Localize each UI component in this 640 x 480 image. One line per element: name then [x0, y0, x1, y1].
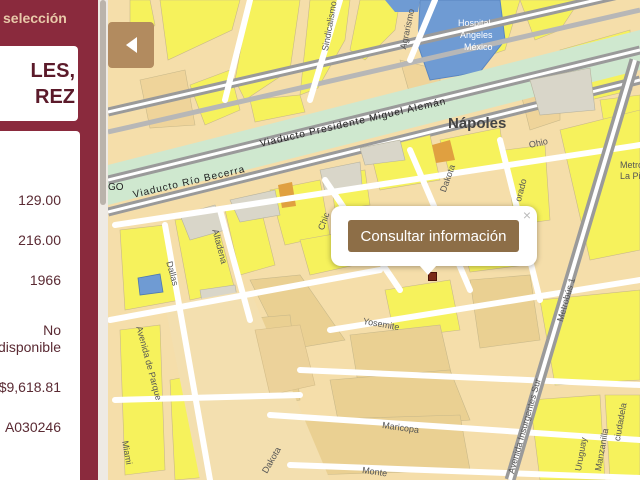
- owner-name-line-1: LES,: [30, 60, 75, 82]
- collapse-arrow-icon: [125, 37, 137, 53]
- map-label-hospital-3: México: [464, 42, 493, 52]
- collapse-panel-button[interactable]: [108, 22, 154, 68]
- cadastral-value: $9,618.81: [0, 379, 61, 395]
- owner-name-card: LES, REZ: [0, 46, 78, 121]
- map-label-napoles: Nápoles: [448, 115, 507, 132]
- map-label-go: GO: [108, 182, 124, 193]
- consult-info-button[interactable]: Consultar información: [348, 220, 519, 252]
- year-value: 1966: [29, 272, 61, 288]
- not-available-value-line-1: No: [43, 322, 61, 338]
- map-label-hospital-1: Hospital: [458, 18, 491, 28]
- panel-scrollbar-thumb[interactable]: [100, 0, 106, 205]
- map-label-hospital-2: Ángeles: [460, 30, 493, 40]
- not-available-value-line-2: disponible: [0, 339, 61, 355]
- land-area-value: 129.00: [18, 192, 61, 208]
- map-label-la-piedad: La Piedad: [620, 171, 640, 181]
- close-icon[interactable]: ×: [523, 208, 531, 222]
- account-number-value: A030246: [4, 419, 61, 435]
- built-area-value: 216.00: [18, 232, 61, 248]
- map-popup: × Consultar información: [331, 206, 537, 275]
- property-data-card: 129.00 216.00 1966 No disponible $9,618.…: [0, 131, 80, 480]
- map-label-metrobus: Metrobus: [620, 160, 640, 170]
- owner-name-line-2: REZ: [35, 86, 75, 108]
- panel-title: selección: [3, 10, 67, 26]
- info-panel: selección LES, REZ 129.00 216.00 1966 No…: [0, 0, 98, 480]
